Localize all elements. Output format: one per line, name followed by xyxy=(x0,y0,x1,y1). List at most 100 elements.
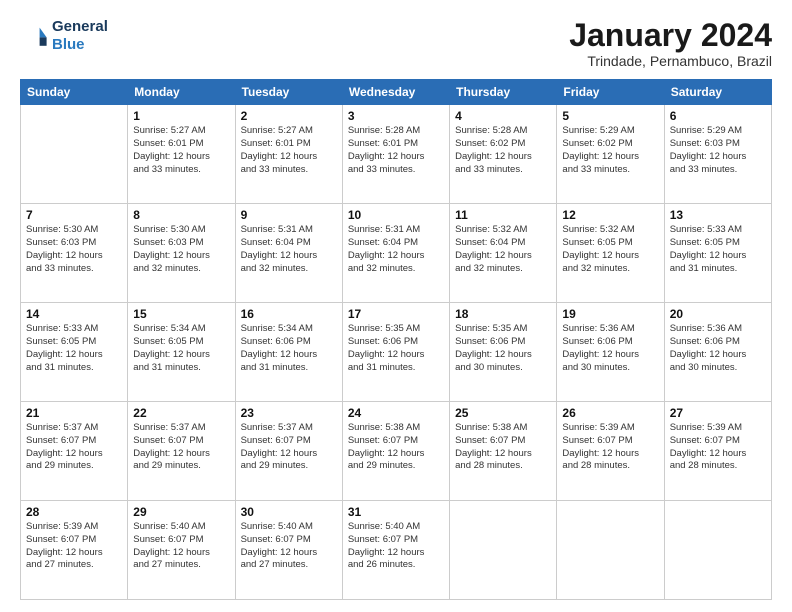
calendar-week-row: 14Sunrise: 5:33 AM Sunset: 6:05 PM Dayli… xyxy=(21,303,772,402)
cell-text: Sunrise: 5:40 AM Sunset: 6:07 PM Dayligh… xyxy=(348,521,444,572)
header-thursday: Thursday xyxy=(450,80,557,105)
day-number: 17 xyxy=(348,307,444,321)
cell-text: Sunrise: 5:27 AM Sunset: 6:01 PM Dayligh… xyxy=(133,125,229,176)
calendar-table: Sunday Monday Tuesday Wednesday Thursday… xyxy=(20,79,772,600)
table-row: 30 Sunrise: 5:40 AM Sunset: 6:07 PM Dayli… xyxy=(235,501,342,600)
day-number: 23 xyxy=(241,406,337,420)
day-number: 29 xyxy=(133,505,229,519)
table-row: 13 Sunrise: 5:33 AM Sunset: 6:05 PM Dayli… xyxy=(664,204,771,303)
weekday-header-row: Sunday Monday Tuesday Wednesday Thursday… xyxy=(21,80,772,105)
table-row: 7 Sunrise: 5:30 AM Sunset: 6:03 PM Daylig… xyxy=(21,204,128,303)
table-row: 25Sunrise: 5:38 AM Sunset: 6:07 PM Dayli… xyxy=(450,402,557,501)
table-row: 9 Sunrise: 5:31 AM Sunset: 6:04 PM Daylig… xyxy=(235,204,342,303)
month-title: January 2024 xyxy=(569,18,772,53)
day-number: 14 xyxy=(26,307,122,321)
table-row: 1 Sunrise: 5:27 AM Sunset: 6:01 PM Daylig… xyxy=(128,105,235,204)
logo-icon xyxy=(20,22,48,50)
cell-text: Sunrise: 5:37 AM Sunset: 6:07 PM Dayligh… xyxy=(26,422,122,473)
page: General Blue January 2024 Trindade, Pern… xyxy=(0,0,792,612)
table-row: 17 Sunrise: 5:35 AM Sunset: 6:06 PM Dayli… xyxy=(342,303,449,402)
day-number: 25 xyxy=(455,406,551,420)
table-row: 22Sunrise: 5:37 AM Sunset: 6:07 PM Dayli… xyxy=(128,402,235,501)
table-row: 26 Sunrise: 5:39 AM Sunset: 6:07 PM Dayli… xyxy=(557,402,664,501)
table-row: 3Sunrise: 5:28 AM Sunset: 6:01 PM Daylig… xyxy=(342,105,449,204)
table-row: 12Sunrise: 5:32 AM Sunset: 6:05 PM Dayli… xyxy=(557,204,664,303)
cell-text: Sunrise: 5:36 AM Sunset: 6:06 PM Dayligh… xyxy=(562,323,658,374)
day-number: 19 xyxy=(562,307,658,321)
calendar-week-row: 28 Sunrise: 5:39 AM Sunset: 6:07 PM Dayli… xyxy=(21,501,772,600)
day-number: 21 xyxy=(26,406,122,420)
table-row: 2Sunrise: 5:27 AM Sunset: 6:01 PM Daylig… xyxy=(235,105,342,204)
day-number: 27 xyxy=(670,406,766,420)
cell-text: Sunrise: 5:30 AM Sunset: 6:03 PM Dayligh… xyxy=(133,224,229,275)
cell-text: Sunrise: 5:29 AM Sunset: 6:02 PM Dayligh… xyxy=(562,125,658,176)
table-row: 5 Sunrise: 5:29 AM Sunset: 6:02 PM Daylig… xyxy=(557,105,664,204)
day-number: 8 xyxy=(133,208,229,222)
table-row: 11Sunrise: 5:32 AM Sunset: 6:04 PM Dayli… xyxy=(450,204,557,303)
location-subtitle: Trindade, Pernambuco, Brazil xyxy=(569,53,772,69)
table-row xyxy=(557,501,664,600)
table-row: 8 Sunrise: 5:30 AM Sunset: 6:03 PM Daylig… xyxy=(128,204,235,303)
day-number: 13 xyxy=(670,208,766,222)
logo: General Blue xyxy=(20,18,108,54)
cell-text: Sunrise: 5:40 AM Sunset: 6:07 PM Dayligh… xyxy=(241,521,337,572)
table-row: 20 Sunrise: 5:36 AM Sunset: 6:06 PM Dayli… xyxy=(664,303,771,402)
cell-text: Sunrise: 5:29 AM Sunset: 6:03 PM Dayligh… xyxy=(670,125,766,176)
day-number: 7 xyxy=(26,208,122,222)
header-monday: Monday xyxy=(128,80,235,105)
table-row: 18Sunrise: 5:35 AM Sunset: 6:06 PM Dayli… xyxy=(450,303,557,402)
day-number: 4 xyxy=(455,109,551,123)
cell-text: Sunrise: 5:40 AM Sunset: 6:07 PM Dayligh… xyxy=(133,521,229,572)
day-number: 12 xyxy=(562,208,658,222)
cell-text: Sunrise: 5:36 AM Sunset: 6:06 PM Dayligh… xyxy=(670,323,766,374)
table-row: 15 Sunrise: 5:34 AM Sunset: 6:05 PM Dayli… xyxy=(128,303,235,402)
cell-text: Sunrise: 5:37 AM Sunset: 6:07 PM Dayligh… xyxy=(241,422,337,473)
table-row: 31 Sunrise: 5:40 AM Sunset: 6:07 PM Dayli… xyxy=(342,501,449,600)
cell-text: Sunrise: 5:39 AM Sunset: 6:07 PM Dayligh… xyxy=(562,422,658,473)
cell-text: Sunrise: 5:30 AM Sunset: 6:03 PM Dayligh… xyxy=(26,224,122,275)
day-number: 2 xyxy=(241,109,337,123)
calendar-week-row: 1 Sunrise: 5:27 AM Sunset: 6:01 PM Daylig… xyxy=(21,105,772,204)
table-row: 16Sunrise: 5:34 AM Sunset: 6:06 PM Dayli… xyxy=(235,303,342,402)
cell-text: Sunrise: 5:39 AM Sunset: 6:07 PM Dayligh… xyxy=(670,422,766,473)
logo-text: General Blue xyxy=(52,18,108,54)
day-number: 9 xyxy=(241,208,337,222)
day-number: 31 xyxy=(348,505,444,519)
table-row xyxy=(21,105,128,204)
day-number: 26 xyxy=(562,406,658,420)
calendar-week-row: 7 Sunrise: 5:30 AM Sunset: 6:03 PM Daylig… xyxy=(21,204,772,303)
day-number: 6 xyxy=(670,109,766,123)
calendar-week-row: 21 Sunrise: 5:37 AM Sunset: 6:07 PM Dayli… xyxy=(21,402,772,501)
table-row: 4 Sunrise: 5:28 AM Sunset: 6:02 PM Daylig… xyxy=(450,105,557,204)
day-number: 1 xyxy=(133,109,229,123)
cell-text: Sunrise: 5:33 AM Sunset: 6:05 PM Dayligh… xyxy=(670,224,766,275)
table-row: 14Sunrise: 5:33 AM Sunset: 6:05 PM Dayli… xyxy=(21,303,128,402)
cell-text: Sunrise: 5:28 AM Sunset: 6:02 PM Dayligh… xyxy=(455,125,551,176)
title-block: January 2024 Trindade, Pernambuco, Brazi… xyxy=(569,18,772,69)
table-row: 6 Sunrise: 5:29 AM Sunset: 6:03 PM Daylig… xyxy=(664,105,771,204)
cell-text: Sunrise: 5:34 AM Sunset: 6:05 PM Dayligh… xyxy=(133,323,229,374)
cell-text: Sunrise: 5:34 AM Sunset: 6:06 PM Dayligh… xyxy=(241,323,337,374)
table-row: 27 Sunrise: 5:39 AM Sunset: 6:07 PM Dayli… xyxy=(664,402,771,501)
cell-text: Sunrise: 5:39 AM Sunset: 6:07 PM Dayligh… xyxy=(26,521,122,572)
day-number: 30 xyxy=(241,505,337,519)
header-friday: Friday xyxy=(557,80,664,105)
table-row: 23 Sunrise: 5:37 AM Sunset: 6:07 PM Dayli… xyxy=(235,402,342,501)
day-number: 20 xyxy=(670,307,766,321)
day-number: 10 xyxy=(348,208,444,222)
cell-text: Sunrise: 5:31 AM Sunset: 6:04 PM Dayligh… xyxy=(241,224,337,275)
cell-text: Sunrise: 5:37 AM Sunset: 6:07 PM Dayligh… xyxy=(133,422,229,473)
cell-text: Sunrise: 5:32 AM Sunset: 6:04 PM Dayligh… xyxy=(455,224,551,275)
day-number: 15 xyxy=(133,307,229,321)
cell-text: Sunrise: 5:35 AM Sunset: 6:06 PM Dayligh… xyxy=(348,323,444,374)
table-row xyxy=(450,501,557,600)
table-row xyxy=(664,501,771,600)
table-row: 29 Sunrise: 5:40 AM Sunset: 6:07 PM Dayli… xyxy=(128,501,235,600)
cell-text: Sunrise: 5:38 AM Sunset: 6:07 PM Dayligh… xyxy=(348,422,444,473)
day-number: 5 xyxy=(562,109,658,123)
header: General Blue January 2024 Trindade, Pern… xyxy=(20,18,772,69)
cell-text: Sunrise: 5:28 AM Sunset: 6:01 PM Dayligh… xyxy=(348,125,444,176)
day-number: 28 xyxy=(26,505,122,519)
cell-text: Sunrise: 5:31 AM Sunset: 6:04 PM Dayligh… xyxy=(348,224,444,275)
day-number: 18 xyxy=(455,307,551,321)
